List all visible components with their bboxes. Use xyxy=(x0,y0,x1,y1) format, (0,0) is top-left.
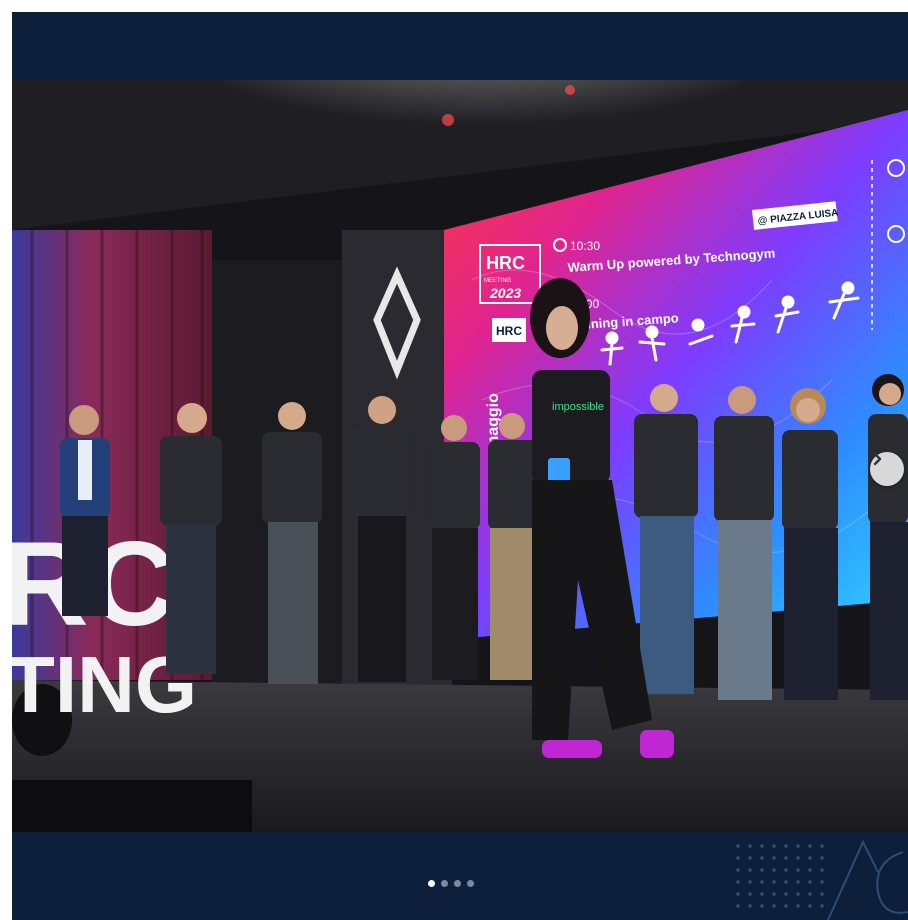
carousel-pager xyxy=(428,880,474,887)
pager-dot-2[interactable] xyxy=(441,880,448,887)
bottom-band xyxy=(12,832,908,920)
shirt-text: impossible xyxy=(552,401,604,413)
top-band xyxy=(12,12,908,80)
post-photo: HRC MEETING 2023 HRC maggio 10:30 Warm U… xyxy=(12,80,908,832)
brand-logo-decoration xyxy=(827,839,908,920)
dot-grid-decoration xyxy=(732,840,828,910)
pager-dot-1[interactable] xyxy=(428,880,435,887)
pager-dot-3[interactable] xyxy=(454,880,461,887)
next-slide-button[interactable] xyxy=(870,452,904,486)
screen-event-sub: MEETING xyxy=(484,278,512,284)
post-frame: HRC MEETING 2023 HRC maggio 10:30 Warm U… xyxy=(12,12,908,920)
chevron-right-icon xyxy=(873,452,882,466)
pager-dot-4[interactable] xyxy=(467,880,474,887)
screen-event-name: HRC xyxy=(486,253,525,273)
screen-event-badge: HRC xyxy=(496,324,522,338)
schedule-time-1: 10:30 xyxy=(570,239,600,253)
screen-event-year: 2023 xyxy=(489,285,521,301)
